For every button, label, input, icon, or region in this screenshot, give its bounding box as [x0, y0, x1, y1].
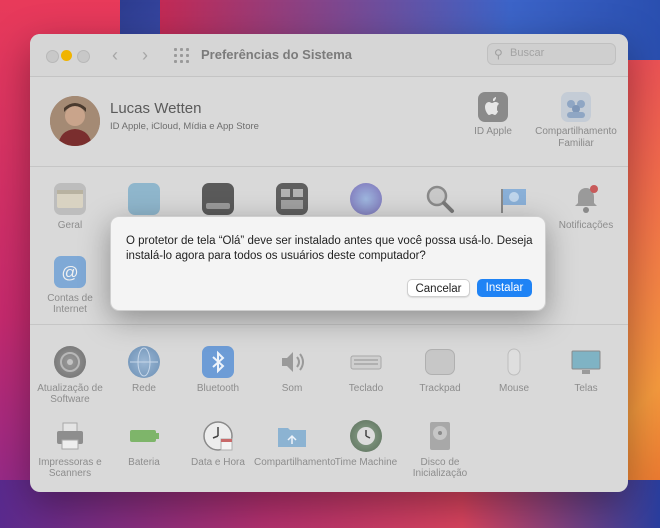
clock-icon [202, 420, 234, 452]
close-button[interactable] [46, 50, 59, 63]
pane-mouse[interactable]: Mouse [476, 346, 552, 394]
pane-startup-disk[interactable]: Disco de Inicialização [402, 420, 478, 479]
apple-icon [478, 92, 508, 122]
pane-notifications[interactable]: Notificações [548, 183, 624, 231]
zoom-button[interactable] [77, 50, 90, 63]
pane-sharing[interactable]: Compartilhamento [254, 420, 336, 468]
battery-icon [128, 420, 160, 452]
trackpad-icon [425, 349, 455, 375]
pane-label: Contas de Internet [47, 293, 93, 315]
sharing-folder-icon [276, 420, 308, 452]
pane-label: Disco de Inicialização [412, 457, 468, 479]
pane-label: Mouse [498, 383, 529, 394]
pane-time-machine[interactable]: Time Machine [328, 420, 404, 468]
user-name: Lucas Wetten [110, 100, 202, 117]
pane-label: Compartilhamento [254, 457, 336, 468]
dialog-message: O protetor de tela “Olá” deve ser instal… [126, 235, 533, 262]
family-sharing-label: Compartilhamento Familiar [535, 126, 617, 149]
user-subtitle: ID Apple, iCloud, Mídia e App Store [110, 121, 259, 132]
spotlight-icon [424, 183, 456, 215]
divider [30, 166, 628, 167]
pane-label: Impressoras e Scanners [38, 457, 102, 479]
pane-internet-accounts[interactable]: @ Contas de Internet [32, 256, 108, 315]
pane-bluetooth[interactable]: Bluetooth [180, 346, 256, 394]
install-screensaver-dialog: O protetor de tela “Olá” deve ser instal… [110, 216, 546, 311]
window-title: Preferências do Sistema [201, 47, 353, 62]
desktop-icon [128, 183, 160, 215]
show-all-grid-icon[interactable] [174, 48, 189, 63]
siri-icon [350, 183, 382, 215]
pane-spotlight[interactable] [402, 183, 478, 220]
mouse-icon [498, 346, 530, 378]
divider [30, 324, 628, 325]
pane-software-update[interactable]: Atualização de Software [32, 346, 108, 405]
mission-control-icon [276, 183, 308, 215]
forward-chevron-icon[interactable]: › [142, 45, 148, 66]
pane-label: Atualização de Software [37, 383, 103, 405]
keyboard-icon [350, 346, 382, 378]
pane-label: Telas [574, 383, 598, 394]
pane-battery[interactable]: Bateria [106, 420, 182, 468]
cancel-button[interactable]: Cancelar [407, 279, 470, 297]
pane-printers[interactable]: Impressoras e Scanners [32, 420, 108, 479]
search-input[interactable] [510, 47, 610, 59]
printer-icon [54, 420, 86, 452]
pane-trackpad[interactable]: Trackpad [402, 346, 478, 394]
install-button[interactable]: Instalar [477, 279, 532, 297]
user-header[interactable]: Lucas Wetten ID Apple, iCloud, Mídia e A… [30, 76, 628, 166]
pane-desktop[interactable] [106, 183, 182, 220]
software-update-icon [54, 346, 86, 378]
pane-label: Trackpad [419, 383, 461, 394]
pane-general[interactable]: Geral [32, 183, 108, 231]
family-sharing-icon [561, 92, 591, 122]
sound-icon [276, 346, 308, 378]
pane-keyboard[interactable]: Teclado [328, 346, 404, 394]
pane-dock[interactable] [180, 183, 256, 220]
internet-accounts-icon: @ [54, 256, 86, 288]
search-field[interactable]: ⚲ [487, 43, 616, 65]
pane-label: Data e Hora [191, 457, 245, 468]
pane-language[interactable] [476, 183, 552, 220]
pane-label: Notificações [558, 220, 614, 231]
apple-id-pane[interactable]: ID Apple [448, 92, 538, 138]
back-chevron-icon[interactable]: ‹ [112, 45, 118, 66]
startup-disk-icon [424, 420, 456, 452]
pane-label: Bluetooth [196, 383, 240, 394]
general-icon [54, 183, 86, 215]
pane-label: Teclado [348, 383, 384, 394]
minimize-button[interactable] [61, 50, 72, 61]
pane-date-time[interactable]: Data e Hora [180, 420, 256, 468]
pane-label: Geral [57, 220, 83, 231]
pane-label: Time Machine [334, 457, 398, 468]
family-sharing-pane[interactable]: Compartilhamento Familiar [531, 92, 621, 150]
search-icon: ⚲ [494, 47, 503, 61]
network-icon [128, 346, 160, 378]
pane-mission-control[interactable] [254, 183, 330, 220]
pane-label: Som [281, 383, 303, 394]
language-icon [498, 183, 530, 215]
apple-id-label: ID Apple [474, 126, 512, 137]
dock-icon [202, 183, 234, 215]
title-bar: ‹ › Preferências do Sistema ⚲ [30, 34, 628, 77]
displays-icon [570, 346, 602, 378]
notifications-icon [570, 183, 602, 215]
time-machine-icon [350, 420, 382, 452]
pane-network[interactable]: Rede [106, 346, 182, 394]
svg-text:@: @ [61, 263, 78, 282]
pane-displays[interactable]: Telas [548, 346, 624, 394]
pane-label: Bateria [128, 457, 160, 468]
pane-label: Rede [132, 383, 156, 394]
pane-sound[interactable]: Som [254, 346, 330, 394]
avatar[interactable] [50, 96, 100, 146]
bluetooth-icon [202, 346, 234, 378]
pane-siri[interactable] [328, 183, 404, 220]
